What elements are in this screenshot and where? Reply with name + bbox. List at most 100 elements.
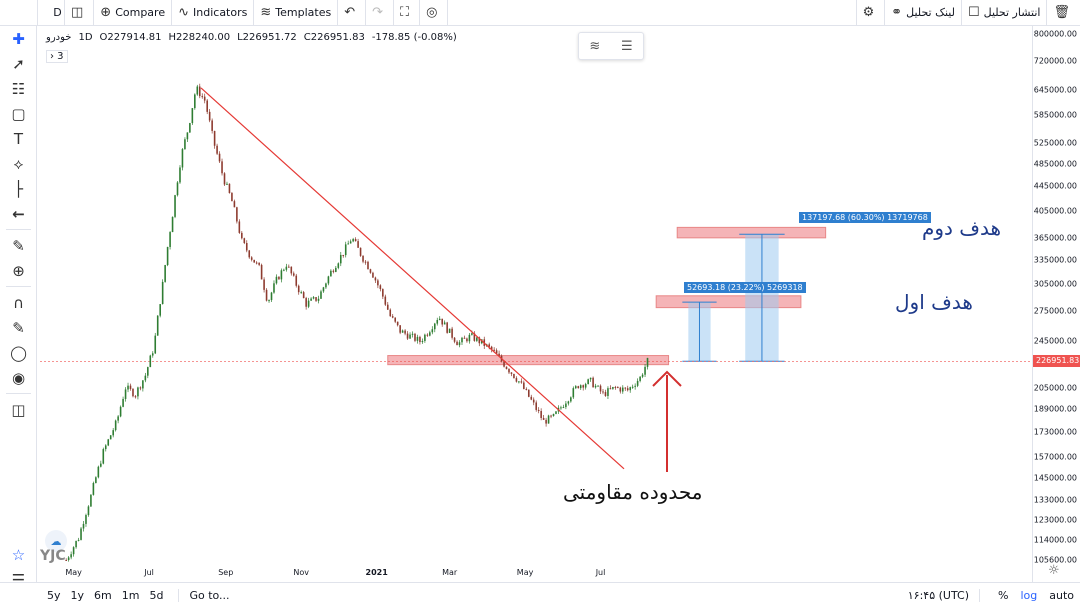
- price-axis[interactable]: 800000.00 720000.00 645000.00 585000.00 5250…: [1032, 26, 1080, 582]
- candle-body: [283, 269, 285, 271]
- target2-annotation: هدف دوم: [922, 216, 1002, 240]
- candle-body: [322, 287, 325, 292]
- share-link-button[interactable]: ⚭ لینک تحلیل: [884, 0, 961, 26]
- price-tick-label: 245000.00: [1033, 336, 1077, 346]
- undo-icon: ↶: [344, 5, 356, 20]
- candle-body: [265, 289, 268, 301]
- auto-toggle[interactable]: auto: [1043, 589, 1080, 602]
- magnet-icon[interactable]: ∩: [0, 290, 37, 315]
- candle-body: [179, 167, 181, 183]
- candle-body: [255, 262, 258, 264]
- delete-button[interactable]: 🗑: [1046, 0, 1080, 26]
- candle-body: [592, 377, 594, 388]
- candle-body: [335, 267, 337, 272]
- candle-body: [414, 333, 416, 341]
- candle-body: [540, 410, 542, 418]
- trash-drawings-icon[interactable]: ◫: [0, 397, 37, 422]
- lock-icon[interactable]: ◯: [0, 340, 37, 365]
- candle-body: [416, 336, 419, 341]
- publish-button[interactable]: ☐ انتشار تحلیل: [960, 0, 1047, 26]
- candle-body: [354, 239, 357, 242]
- templates-button[interactable]: ≋ Templates: [254, 0, 339, 26]
- candle-body: [634, 385, 636, 387]
- candle-body: [609, 388, 612, 390]
- candle-body: [196, 86, 199, 95]
- settings-button[interactable]: ⚙: [855, 0, 885, 26]
- price-tick-label: 133000.00: [1033, 495, 1077, 505]
- fullscreen-button[interactable]: ⛶: [394, 0, 421, 26]
- candle-body: [480, 339, 483, 344]
- indicators-icon: ∿: [178, 5, 190, 20]
- arrow-left-icon[interactable]: ←: [0, 201, 37, 226]
- collapse-indicators-button[interactable]: › 3: [46, 50, 68, 63]
- candle-body: [124, 389, 127, 399]
- hide-button[interactable]: ◎: [420, 0, 449, 26]
- drawing-settings-icon[interactable]: ☰: [621, 39, 633, 54]
- candle-body: [184, 139, 186, 150]
- text-tool-icon[interactable]: T: [0, 126, 37, 151]
- candle-body: [295, 275, 298, 286]
- axis-settings-icon[interactable]: ☼: [1048, 563, 1060, 578]
- candle-body: [527, 389, 530, 397]
- rectangle-tool-icon[interactable]: ▢: [0, 101, 37, 126]
- candle-body: [602, 391, 604, 393]
- eye-icon[interactable]: ◉: [0, 365, 37, 390]
- candle-body: [139, 387, 142, 389]
- zoom-icon[interactable]: ⊕: [0, 258, 37, 283]
- candle-body: [530, 396, 533, 400]
- candle-body: [90, 494, 92, 507]
- forecast-tool-icon[interactable]: ├: [0, 176, 37, 201]
- clock[interactable]: ۱۶:۴۵ (UTC): [902, 588, 980, 602]
- range-1m[interactable]: 1m: [117, 589, 145, 602]
- candle-body: [102, 449, 105, 464]
- compare-label: Compare: [115, 6, 166, 19]
- chart-type-button[interactable]: ◫: [65, 0, 95, 26]
- watermark: YJC: [40, 548, 66, 564]
- drawing-template-icon[interactable]: ≋: [589, 39, 600, 54]
- price-tick-label: 335000.00: [1033, 255, 1077, 265]
- top-toolbar: D ◫ ⊕ Compare ∿ Indicators ≋ Templates ↶ ↷ …: [0, 0, 1080, 26]
- range-5y[interactable]: 5y: [42, 589, 66, 602]
- candle-body: [389, 309, 392, 317]
- crosshair-icon[interactable]: ✚: [0, 26, 37, 51]
- symbol-name[interactable]: خودرو: [46, 32, 71, 43]
- candle-body: [574, 386, 577, 389]
- candle-body: [448, 328, 451, 333]
- candle-body: [223, 173, 226, 185]
- candle-body: [498, 353, 500, 356]
- candle-body: [171, 216, 174, 233]
- fib-tool-icon[interactable]: ☷: [0, 76, 37, 101]
- indicators-button[interactable]: ∿ Indicators: [172, 0, 255, 26]
- time-axis[interactable]: May Jul Sep Nov 2021 Mar May Jul: [37, 566, 1032, 582]
- plus-circle-icon: ⊕: [100, 5, 112, 20]
- percent-toggle[interactable]: %: [992, 589, 1014, 602]
- trendline-tool-icon[interactable]: ➚: [0, 51, 37, 76]
- compare-button[interactable]: ⊕ Compare: [94, 0, 173, 26]
- undo-button[interactable]: ↶: [338, 0, 367, 26]
- candle-body: [367, 261, 369, 270]
- range-6m[interactable]: 6m: [89, 589, 117, 602]
- goto-button[interactable]: Go to...: [178, 588, 234, 602]
- candle-body: [409, 334, 411, 339]
- ruler-icon[interactable]: ✎: [0, 233, 37, 258]
- candle-body: [552, 413, 555, 417]
- range-1y[interactable]: 1y: [66, 589, 90, 602]
- candle-body: [384, 296, 387, 305]
- star-icon[interactable]: ☆: [0, 542, 37, 567]
- candle-body: [451, 328, 453, 338]
- interval-button[interactable]: D: [37, 0, 65, 26]
- range-5d[interactable]: 5d: [144, 589, 168, 602]
- candle-body: [221, 161, 223, 174]
- lock-drawing-icon[interactable]: ✎: [0, 315, 37, 340]
- candle-body: [161, 281, 164, 305]
- log-toggle[interactable]: log: [1014, 589, 1043, 602]
- candle-body: [228, 183, 231, 194]
- candle-body: [344, 244, 347, 256]
- time-tick-label: Mar: [442, 568, 458, 577]
- candle-body: [636, 380, 639, 386]
- candle-body: [233, 201, 236, 208]
- candle-body: [347, 243, 349, 245]
- pattern-tool-icon[interactable]: ⟡: [0, 151, 37, 176]
- price-tick-label: 585000.00: [1033, 110, 1077, 120]
- redo-button[interactable]: ↷: [366, 0, 395, 26]
